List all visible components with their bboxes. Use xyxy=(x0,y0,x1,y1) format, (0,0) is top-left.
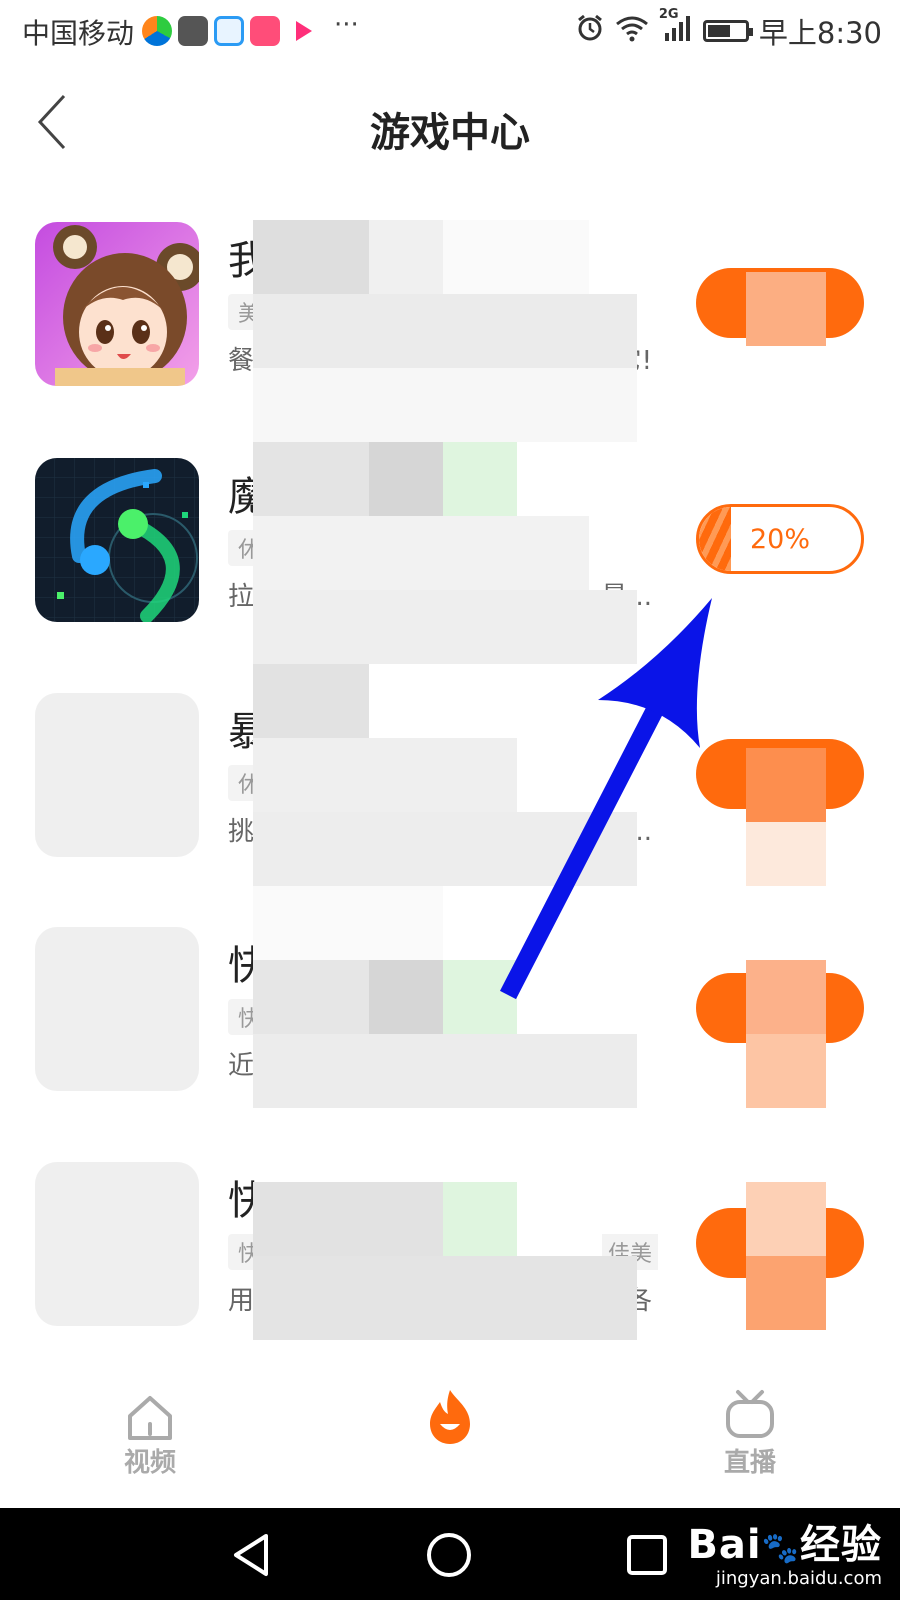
mosaic-block xyxy=(253,516,589,590)
mosaic-block xyxy=(253,812,637,886)
mosaic-block xyxy=(369,442,443,516)
game-desc: 近 xyxy=(228,1051,255,1081)
mosaic-block xyxy=(253,960,369,1034)
network-type-label: 2G xyxy=(658,6,679,22)
mosaic-block xyxy=(253,590,637,664)
mosaic-block xyxy=(369,220,443,294)
page-title: 游戏中心 xyxy=(370,110,530,156)
mosaic-block xyxy=(253,294,637,368)
mosaic-block xyxy=(746,822,826,886)
game-icon-neon-balls[interactable] xyxy=(35,458,199,622)
circle-home-icon xyxy=(427,1533,471,1577)
battery-icon xyxy=(702,20,753,42)
progress-label: 20% xyxy=(749,523,810,555)
game-icon-placeholder[interactable] xyxy=(35,927,199,1091)
mosaic-block xyxy=(253,664,369,738)
mosaic-block xyxy=(443,442,517,516)
nav-item-video[interactable]: 视频 xyxy=(80,1356,220,1506)
tv-icon xyxy=(726,1390,774,1438)
iqiyi-icon xyxy=(142,16,172,46)
header: 游戏中心 xyxy=(0,72,900,172)
mosaic-block xyxy=(253,220,369,294)
browser-app-icon xyxy=(214,16,244,46)
game-desc: 挑 xyxy=(228,817,255,847)
more-notifications-icon: ··· xyxy=(334,10,359,40)
game-icon-cartoon-girl[interactable] xyxy=(35,222,199,386)
game-icon-placeholder[interactable] xyxy=(35,693,199,857)
system-home-button[interactable] xyxy=(424,1530,474,1580)
carrier-label: 中国移动 xyxy=(22,17,135,50)
mosaic-block xyxy=(746,1256,826,1330)
home-icon xyxy=(128,1396,172,1440)
watermark-brand: Bai xyxy=(687,1522,762,1568)
nav-label: 视频 xyxy=(123,1448,176,1478)
alarm-icon xyxy=(575,13,605,50)
triangle-back-icon xyxy=(234,1534,268,1576)
status-right: 2G 早上8:30 xyxy=(575,7,882,52)
bottom-nav: 视频 直播 xyxy=(0,1356,900,1508)
youku-icon xyxy=(288,16,318,46)
mosaic-block xyxy=(443,220,589,294)
watermark-jingyan: 经验 xyxy=(800,1522,882,1568)
progress-fill xyxy=(699,507,732,571)
game-desc: 拉 xyxy=(228,582,255,612)
mosaic-block xyxy=(443,1182,517,1256)
game-desc: 餐 xyxy=(228,346,255,376)
mosaic-block xyxy=(253,368,637,442)
system-nav-bar: Bai🐾经验 jingyan.baidu.com xyxy=(0,1508,900,1600)
mosaic-block xyxy=(253,442,369,516)
clock: 早上8:30 xyxy=(758,16,882,50)
game-icon-placeholder[interactable] xyxy=(35,1162,199,1326)
system-back-button[interactable] xyxy=(228,1530,278,1580)
mosaic-block xyxy=(253,1034,637,1108)
mosaic-block xyxy=(253,1182,443,1256)
mosaic-block xyxy=(369,960,443,1034)
mosaic-block xyxy=(746,960,826,1034)
nav-label: 直播 xyxy=(723,1448,776,1478)
mosaic-block xyxy=(746,1034,826,1108)
system-recents-button[interactable] xyxy=(622,1530,672,1580)
baidu-jingyan-watermark: Bai🐾经验 jingyan.baidu.com xyxy=(687,1512,882,1589)
square-recents-icon xyxy=(627,1535,667,1575)
paw-icon: 🐾 xyxy=(761,1531,800,1566)
mosaic-block xyxy=(746,272,826,346)
mosaic-block xyxy=(253,738,517,812)
signal-icon: 2G xyxy=(659,7,693,50)
camera-app-icon xyxy=(178,16,208,46)
watermark-url: jingyan.baidu.com xyxy=(715,1568,882,1589)
music-app-icon xyxy=(250,16,280,46)
nav-item-live[interactable]: 直播 xyxy=(680,1356,820,1506)
mosaic-block xyxy=(746,748,826,822)
mosaic-block xyxy=(746,1182,826,1256)
status-bar: 中国移动 ··· 2G 早上8:30 xyxy=(0,0,900,64)
mosaic-block xyxy=(253,1256,637,1340)
download-progress-button[interactable]: 20% xyxy=(696,504,864,574)
mosaic-block xyxy=(443,960,517,1034)
mosaic-block xyxy=(253,886,443,960)
wifi-icon xyxy=(615,14,649,49)
nav-item-games[interactable] xyxy=(380,1356,520,1506)
game-desc: 用 xyxy=(228,1286,255,1316)
flame-icon xyxy=(430,1390,470,1444)
